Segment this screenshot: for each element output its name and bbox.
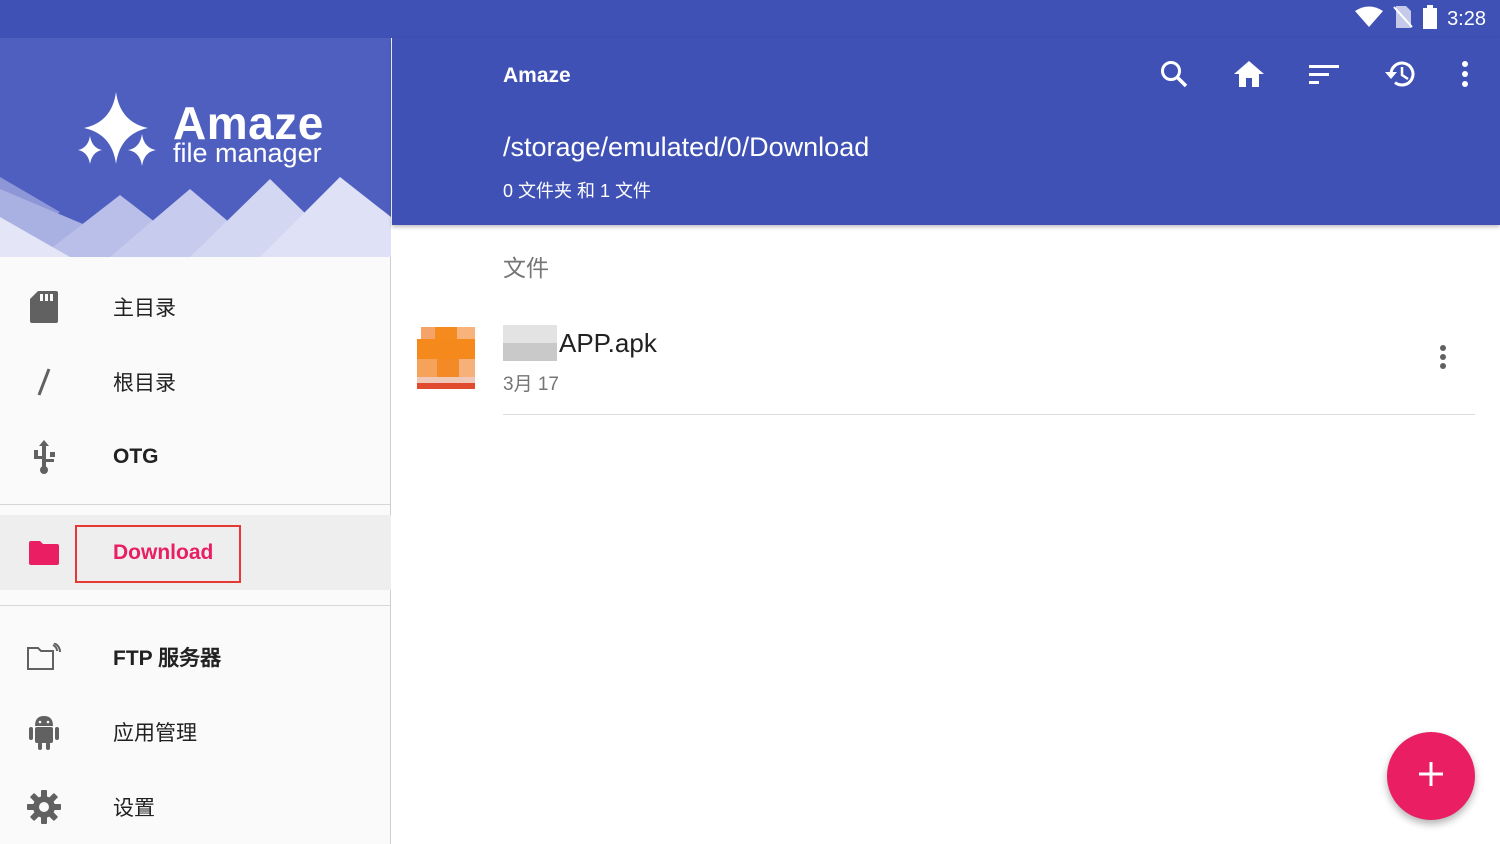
nav-item-label: Download: [113, 540, 214, 564]
slash-icon: [26, 364, 62, 400]
logo-subtitle: file manager: [173, 138, 322, 168]
search-icon: [1159, 59, 1189, 94]
header-mountains-graphic: [0, 177, 391, 257]
folder-icon: [26, 535, 62, 571]
more-vert-icon: [1439, 344, 1447, 375]
nav-item-root[interactable]: 根目录: [0, 344, 391, 419]
file-name: APP.apk: [503, 325, 657, 361]
nav-item-label: OTG: [113, 444, 159, 468]
file-name-text: APP.apk: [559, 327, 657, 358]
more-vert-icon: [1460, 59, 1470, 94]
home-icon: [1233, 59, 1265, 94]
current-path[interactable]: /storage/emulated/0/Download: [503, 132, 869, 163]
add-fab-button[interactable]: [1387, 732, 1475, 820]
nav-item-label: FTP 服务器: [113, 646, 222, 670]
more-options-button[interactable]: [1445, 56, 1485, 96]
battery-icon: [1423, 4, 1438, 34]
status-icons: 3:28: [1355, 4, 1486, 34]
sort-icon: [1309, 62, 1339, 91]
nav-item-settings[interactable]: 设置: [0, 769, 391, 844]
search-button[interactable]: [1154, 56, 1194, 96]
drawer-divider: [0, 605, 391, 606]
app-bar: Amaze /storage/emulated/0/Download 0 文件夹…: [392, 38, 1500, 225]
plus-icon: [1418, 761, 1444, 792]
no-sim-icon: [1393, 5, 1413, 34]
android-icon: [26, 714, 62, 750]
navigation-drawer: Amaze file manager 主目录 根目录 OTG Download …: [0, 38, 391, 844]
redacted-block: [503, 325, 557, 361]
sort-button[interactable]: [1304, 56, 1344, 96]
nav-item-label: 主目录: [113, 296, 176, 320]
file-date: 3月 17: [503, 374, 559, 395]
gear-icon: [26, 789, 62, 825]
section-header: 文件: [503, 255, 549, 281]
nav-item-home[interactable]: 主目录: [0, 269, 391, 344]
amaze-logo-icon: [78, 92, 156, 166]
nav-item-label: 应用管理: [113, 721, 197, 745]
nav-item-label: 根目录: [113, 371, 176, 395]
app-title: Amaze: [503, 64, 571, 87]
list-divider: [503, 414, 1475, 415]
history-button[interactable]: [1380, 56, 1420, 96]
history-icon: [1383, 58, 1417, 95]
status-bar: 3:28: [0, 0, 1500, 38]
nav-item-download[interactable]: Download: [0, 515, 391, 590]
drawer-header: Amaze file manager: [0, 38, 391, 257]
wifi-icon: [1355, 6, 1384, 33]
home-button[interactable]: [1229, 56, 1269, 96]
apk-file-icon: [415, 323, 477, 389]
nav-item-app-manager[interactable]: 应用管理: [0, 694, 391, 769]
sd-card-icon: [26, 289, 62, 325]
nav-item-label: 设置: [113, 796, 155, 820]
file-list-item[interactable]: APP.apk 3月 17: [392, 305, 1500, 415]
status-time: 3:28: [1447, 7, 1486, 30]
drawer-divider: [0, 504, 391, 505]
file-more-button[interactable]: [1428, 341, 1458, 377]
nav-item-otg[interactable]: OTG: [0, 419, 391, 494]
ftp-folder-icon: [26, 639, 62, 675]
path-summary: 0 文件夹 和 1 文件: [503, 181, 652, 201]
nav-item-ftp-server[interactable]: FTP 服务器: [0, 619, 391, 694]
usb-icon: [26, 439, 62, 475]
